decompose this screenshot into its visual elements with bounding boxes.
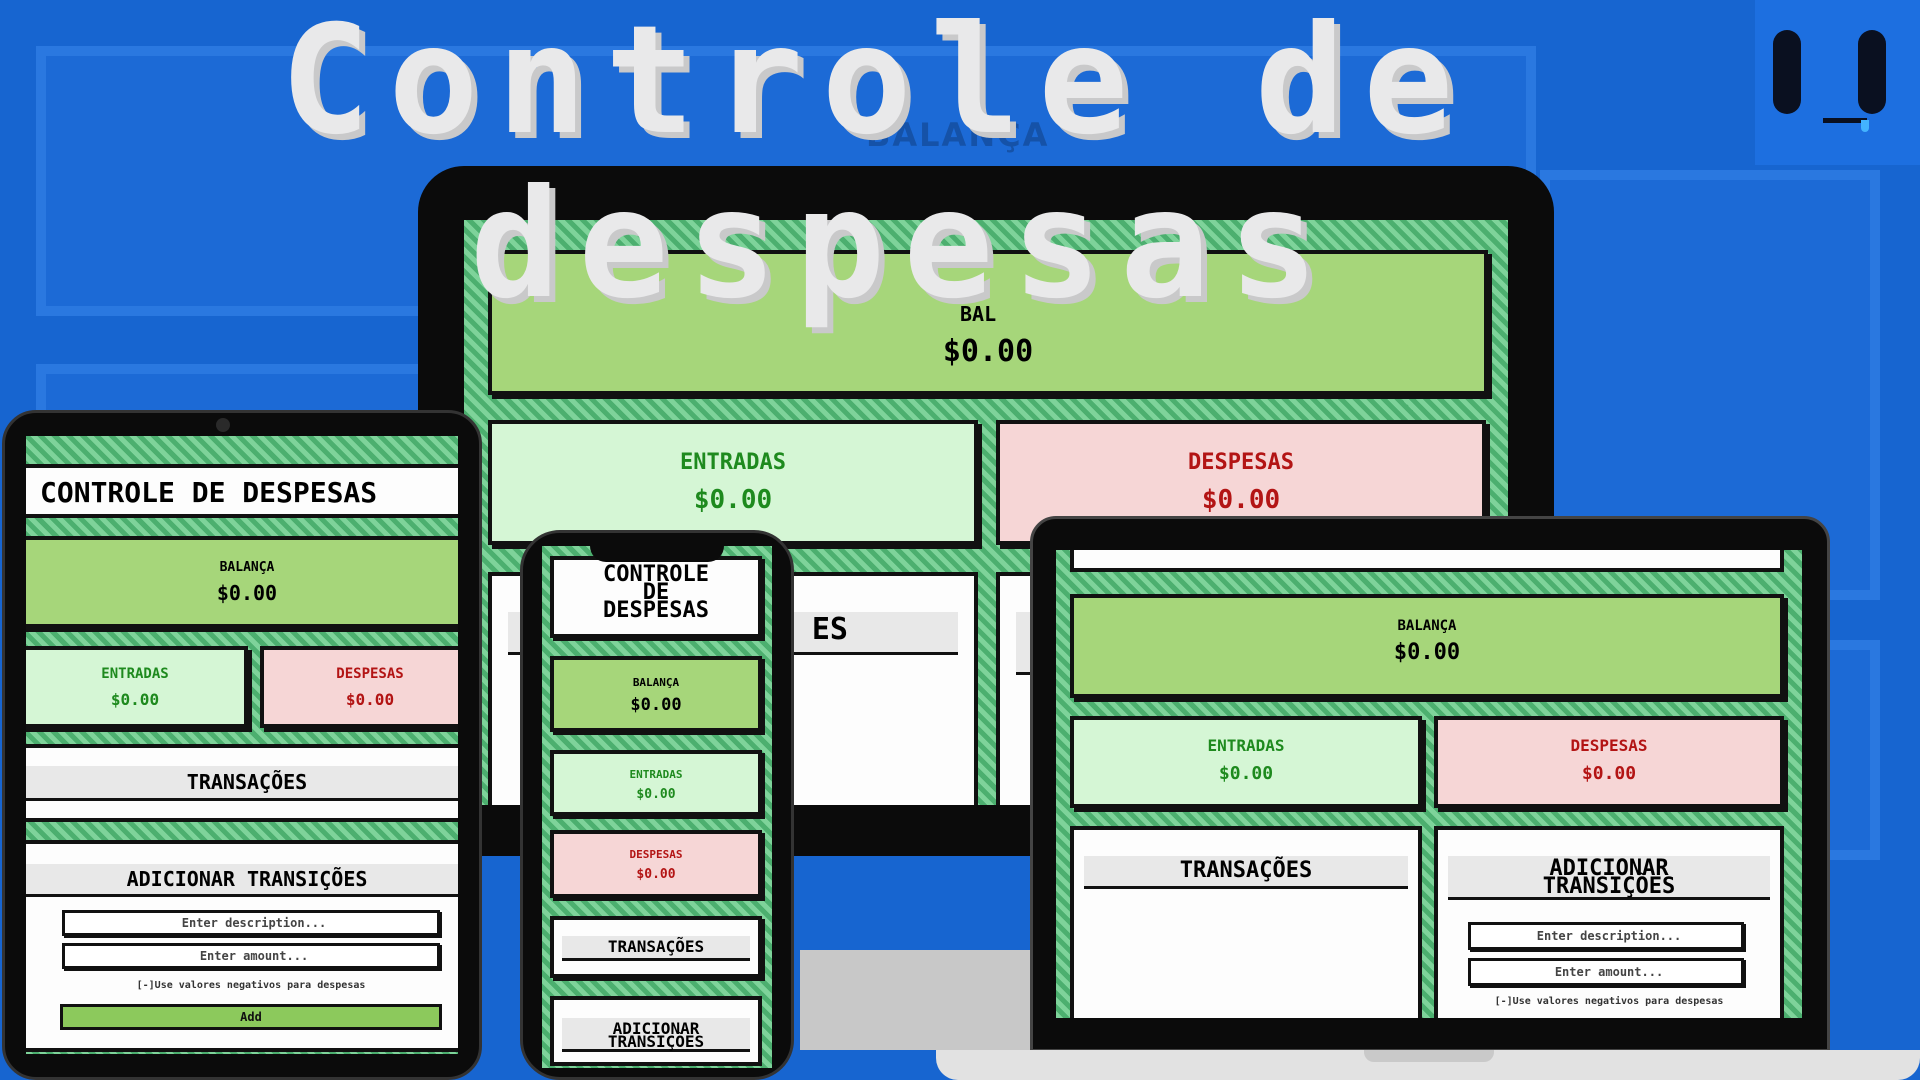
phone-balance-card: BALANÇA $0.00	[550, 656, 762, 732]
laptop-title-bar	[1070, 550, 1784, 572]
hero-title-line2: despesas	[470, 158, 1337, 332]
phone-title-bar: CONTROLE DE DESPESAS	[550, 556, 762, 638]
tablet-add-header-text: ADICIONAR TRANSIÇÕES	[126, 867, 368, 891]
tablet-amount-input[interactable]: Enter amount...	[62, 943, 440, 969]
phone-add-panel: ADICIONAR TRANSIÇÕES	[550, 996, 762, 1066]
monitor-transactions-header-text: ES	[811, 612, 848, 647]
tablet-screen: CONTROLE DE DESPESAS BALANÇA $0.00 ENTRA…	[26, 436, 458, 1054]
laptop-income-label: ENTRADAS	[1207, 736, 1285, 755]
tablet-description-input[interactable]: Enter description...	[62, 910, 440, 936]
phone-income-card: ENTRADAS $0.00	[550, 750, 762, 816]
laptop-balance-card: BALANÇA $0.00	[1070, 594, 1784, 698]
monitor-expense-label: DESPESAS	[1188, 450, 1294, 475]
tablet-balance-value: $0.00	[216, 581, 278, 605]
tablet-camera	[216, 418, 230, 432]
laptop-amount-input[interactable]: Enter amount...	[1468, 958, 1744, 986]
laptop-description-input[interactable]: Enter description...	[1468, 922, 1744, 950]
tablet-transactions-panel: TRANSAÇÕES	[26, 744, 458, 822]
laptop-expense-value: $0.00	[1581, 763, 1637, 784]
tablet-expense-label: DESPESAS	[336, 666, 404, 682]
mascot-tear	[1861, 120, 1869, 132]
mascot-left-eye	[1773, 30, 1801, 114]
laptop-hint-text: [-]Use valores negativos para despesas	[1494, 996, 1724, 1007]
tablet-hint-text: [-]Use valores negativos para despesas	[136, 980, 366, 991]
tablet-transactions-header-text: TRANSAÇÕES	[186, 770, 308, 794]
monitor-income-value: $0.00	[693, 485, 773, 515]
laptop-income-card: ENTRADAS $0.00	[1070, 716, 1422, 808]
phone-expense-label: DESPESAS	[629, 848, 683, 861]
monitor-stand	[800, 950, 1040, 1050]
laptop-expense-label: DESPESAS	[1570, 736, 1648, 755]
phone-add-header: ADICIONAR TRANSIÇÕES	[562, 1018, 750, 1052]
mascot-right-eye	[1858, 30, 1886, 114]
phone-add-header-word-2: TRANSIÇÕES	[607, 1032, 705, 1051]
phone-notch	[590, 536, 724, 562]
laptop-screen: BALANÇA $0.00 ENTRADAS $0.00 DESPESAS $0…	[1056, 550, 1802, 1018]
monitor-income-label: ENTRADAS	[680, 450, 786, 475]
tablet-income-label: ENTRADAS	[101, 666, 169, 682]
laptop-notch	[1364, 1050, 1494, 1062]
laptop-add-panel: ADICIONAR TRANSIÇÕES Enter description..…	[1434, 826, 1784, 1018]
monitor-income-card: ENTRADAS $0.00	[488, 420, 978, 545]
monitor-balance-value: $0.00	[942, 334, 1034, 369]
tablet-income-card: ENTRADAS $0.00	[26, 646, 248, 728]
mascot-logo	[1755, 0, 1920, 165]
tablet-add-panel: ADICIONAR TRANSIÇÕES Enter description..…	[26, 840, 458, 1052]
monitor-expense-value: $0.00	[1201, 485, 1281, 515]
phone-income-label: ENTRADAS	[629, 768, 683, 781]
tablet-add-button[interactable]: Add	[60, 1004, 442, 1030]
tablet-add-header: ADICIONAR TRANSIÇÕES	[26, 864, 458, 897]
laptop-transactions-header-text: TRANSAÇÕES	[1179, 858, 1313, 883]
phone-balance-value: $0.00	[630, 695, 682, 715]
laptop-transactions-panel: TRANSAÇÕES	[1070, 826, 1422, 1018]
laptop-add-header: ADICIONAR TRANSIÇÕES	[1448, 856, 1770, 900]
tablet-expense-card: DESPESAS $0.00	[260, 646, 458, 728]
tablet-app-title: CONTROLE DE DESPESAS	[40, 476, 378, 509]
phone-income-value: $0.00	[636, 787, 676, 802]
laptop-expense-card: DESPESAS $0.00	[1434, 716, 1784, 808]
tablet-expense-value: $0.00	[345, 690, 395, 709]
phone-transactions-header-text: TRANSAÇÕES	[607, 937, 705, 956]
laptop-income-value: $0.00	[1218, 763, 1274, 784]
tablet-transactions-header: TRANSAÇÕES	[26, 766, 458, 801]
phone-balance-label: BALANÇA	[632, 676, 680, 689]
phone-expense-card: DESPESAS $0.00	[550, 830, 762, 898]
phone-title-word-3: DESPESAS	[603, 598, 709, 623]
tablet-balance-label: BALANÇA	[219, 560, 275, 575]
laptop-balance-label: BALANÇA	[1397, 618, 1457, 634]
phone-transactions-header: TRANSAÇÕES	[562, 936, 750, 961]
tablet-title-bar: CONTROLE DE DESPESAS	[26, 464, 458, 518]
phone-screen: CONTROLE DE DESPESAS BALANÇA $0.00 ENTRA…	[542, 546, 772, 1068]
laptop-add-header-word-2: TRANSIÇÕES	[1542, 874, 1676, 899]
laptop-transactions-header: TRANSAÇÕES	[1084, 856, 1408, 889]
phone-expense-value: $0.00	[636, 867, 676, 882]
hero-title-line1: Controle de	[280, 0, 1472, 168]
phone-transactions-panel: TRANSAÇÕES	[550, 916, 762, 978]
tablet-income-value: $0.00	[110, 690, 160, 709]
tablet-balance-card: BALANÇA $0.00	[26, 536, 458, 628]
laptop-balance-value: $0.00	[1393, 640, 1461, 665]
